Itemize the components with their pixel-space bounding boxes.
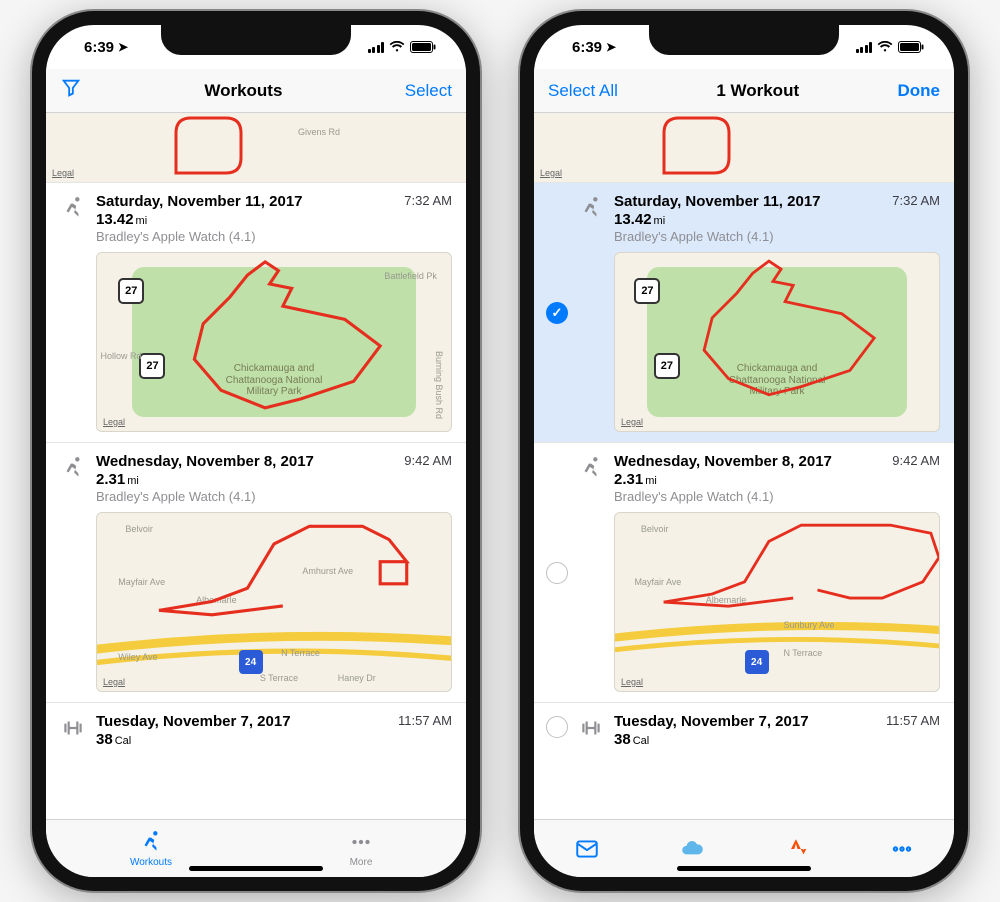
workout-time: 11:57 AM	[886, 713, 940, 728]
select-button[interactable]: Select	[405, 81, 452, 101]
cellular-icon	[856, 42, 873, 53]
map-legal-link[interactable]: Legal	[52, 168, 74, 178]
workout-item[interactable]: Saturday, November 11, 2017 7:32 AM 13.4…	[46, 183, 466, 443]
workout-time: 7:32 AM	[404, 193, 452, 208]
road-label: Givens Rd	[298, 127, 340, 137]
running-icon	[578, 195, 604, 432]
cellular-icon	[368, 42, 385, 53]
battery-icon	[898, 41, 924, 53]
location-icon: ➤	[606, 40, 616, 54]
home-indicator[interactable]	[189, 866, 323, 871]
nav-title: Workouts	[204, 81, 282, 101]
workout-time: 11:57 AM	[398, 713, 452, 728]
workout-date: Saturday, November 11, 2017	[96, 193, 303, 210]
nav-bar: Workouts Select	[46, 69, 466, 113]
notch	[649, 25, 839, 55]
workout-device: Bradley's Apple Watch (4.1)	[614, 229, 940, 244]
nav-bar: Select All 1 Workout Done	[534, 69, 954, 113]
map-legal-link[interactable]: Legal	[103, 677, 125, 687]
phone-right: 6:39 ➤ Select All 1 Workout Done Legal	[520, 11, 968, 891]
workout-map[interactable]: 27 27 Chickamauga and Chattanooga Nation…	[96, 252, 452, 432]
workout-item[interactable]: Tuesday, November 7, 2017 11:57 AM 38Cal	[534, 703, 954, 751]
map-legal-link[interactable]: Legal	[103, 417, 125, 427]
prev-workout-map-peek[interactable]: Legal	[534, 113, 954, 183]
workout-distance: 13.42mi	[614, 211, 940, 228]
workout-map[interactable]: 27 27 Chickamauga and Chattanooga Nation…	[614, 252, 940, 432]
tab-label: More	[350, 857, 373, 868]
workout-list[interactable]: Legal Givens Rd Saturday, November 11, 2…	[46, 113, 466, 819]
workout-distance: 38Cal	[96, 731, 452, 748]
running-icon	[578, 455, 604, 692]
workout-time: 7:32 AM	[892, 193, 940, 208]
workout-date: Wednesday, November 8, 2017	[614, 453, 832, 470]
more-button[interactable]	[849, 820, 954, 877]
filter-button[interactable]	[60, 77, 82, 104]
tab-label: Workouts	[130, 857, 172, 868]
workout-date: Tuesday, November 7, 2017	[614, 713, 809, 730]
workout-time: 9:42 AM	[892, 453, 940, 468]
workout-map[interactable]: 24 Belvoir Mayfair Ave Albemarle Sunbury…	[614, 512, 940, 692]
workout-item[interactable]: Tuesday, November 7, 2017 11:57 AM 38Cal	[46, 703, 466, 751]
workout-list[interactable]: Legal Saturday, November 11, 2017 7:32 A…	[534, 113, 954, 819]
strength-icon	[578, 715, 604, 751]
map-legal-link[interactable]: Legal	[621, 677, 643, 687]
workout-map[interactable]: 24 Belvoir Mayfair Ave Albemarle Amhurst…	[96, 512, 452, 692]
wifi-icon	[877, 41, 893, 53]
select-all-button[interactable]: Select All	[548, 81, 618, 101]
workout-date: Tuesday, November 7, 2017	[96, 713, 291, 730]
map-legal-link[interactable]: Legal	[621, 417, 643, 427]
phone-left: 6:39 ➤ Workouts Select	[32, 11, 480, 891]
running-icon	[60, 195, 86, 432]
home-indicator[interactable]	[677, 866, 811, 871]
selection-checkbox[interactable]	[546, 562, 568, 584]
road-label: S Terrace	[260, 673, 298, 683]
road-label: Haney Dr	[338, 673, 376, 683]
workout-time: 9:42 AM	[404, 453, 452, 468]
workout-distance: 2.31mi	[614, 471, 940, 488]
workout-device: Bradley's Apple Watch (4.1)	[96, 489, 452, 504]
selection-checkbox[interactable]	[546, 302, 568, 324]
workout-distance: 38Cal	[614, 731, 940, 748]
workout-distance: 2.31mi	[96, 471, 452, 488]
map-legal-link[interactable]: Legal	[540, 168, 562, 178]
location-icon: ➤	[118, 40, 128, 54]
status-time: 6:39	[572, 39, 602, 56]
nav-title: 1 Workout	[716, 81, 799, 101]
strength-icon	[60, 715, 86, 751]
email-button[interactable]	[534, 820, 639, 877]
workout-item[interactable]: Wednesday, November 8, 2017 9:42 AM 2.31…	[534, 443, 954, 703]
prev-workout-map-peek[interactable]: Legal Givens Rd	[46, 113, 466, 183]
workout-item[interactable]: Saturday, November 11, 2017 7:32 AM 13.4…	[534, 183, 954, 443]
running-icon	[60, 455, 86, 692]
selection-checkbox[interactable]	[546, 716, 568, 738]
done-button[interactable]: Done	[898, 81, 941, 101]
status-time: 6:39	[84, 39, 114, 56]
workout-date: Wednesday, November 8, 2017	[96, 453, 314, 470]
battery-icon	[410, 41, 436, 53]
notch	[161, 25, 351, 55]
wifi-icon	[389, 41, 405, 53]
workout-distance: 13.42mi	[96, 211, 452, 228]
workout-device: Bradley's Apple Watch (4.1)	[614, 489, 940, 504]
workout-device: Bradley's Apple Watch (4.1)	[96, 229, 452, 244]
workout-date: Saturday, November 11, 2017	[614, 193, 821, 210]
workout-item[interactable]: Wednesday, November 8, 2017 9:42 AM 2.31…	[46, 443, 466, 703]
